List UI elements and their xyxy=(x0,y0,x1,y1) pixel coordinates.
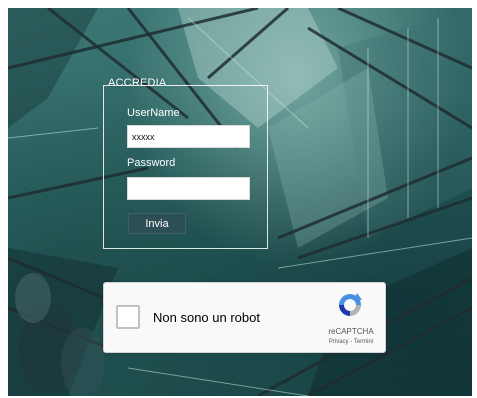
password-label: Password xyxy=(127,157,176,169)
privacy-link[interactable]: Privacy xyxy=(329,339,349,345)
fieldset-legend: ACCREDIA xyxy=(108,77,167,89)
username-field[interactable] xyxy=(127,125,250,148)
recaptcha-links: Privacy - Termini xyxy=(318,339,384,345)
recaptcha-checkbox[interactable] xyxy=(116,305,140,329)
password-field[interactable] xyxy=(127,177,250,200)
recaptcha-logo-icon xyxy=(339,293,362,316)
username-label: UserName xyxy=(127,107,180,119)
recaptcha-label: Non sono un robot xyxy=(153,310,260,325)
recaptcha-brand: reCAPTCHA xyxy=(328,327,374,336)
submit-button[interactable]: Invia xyxy=(128,213,186,234)
terms-link[interactable]: Termini xyxy=(354,339,373,345)
recaptcha-widget: Non sono un robot reCAPTCHA Privacy - Te… xyxy=(103,282,386,353)
